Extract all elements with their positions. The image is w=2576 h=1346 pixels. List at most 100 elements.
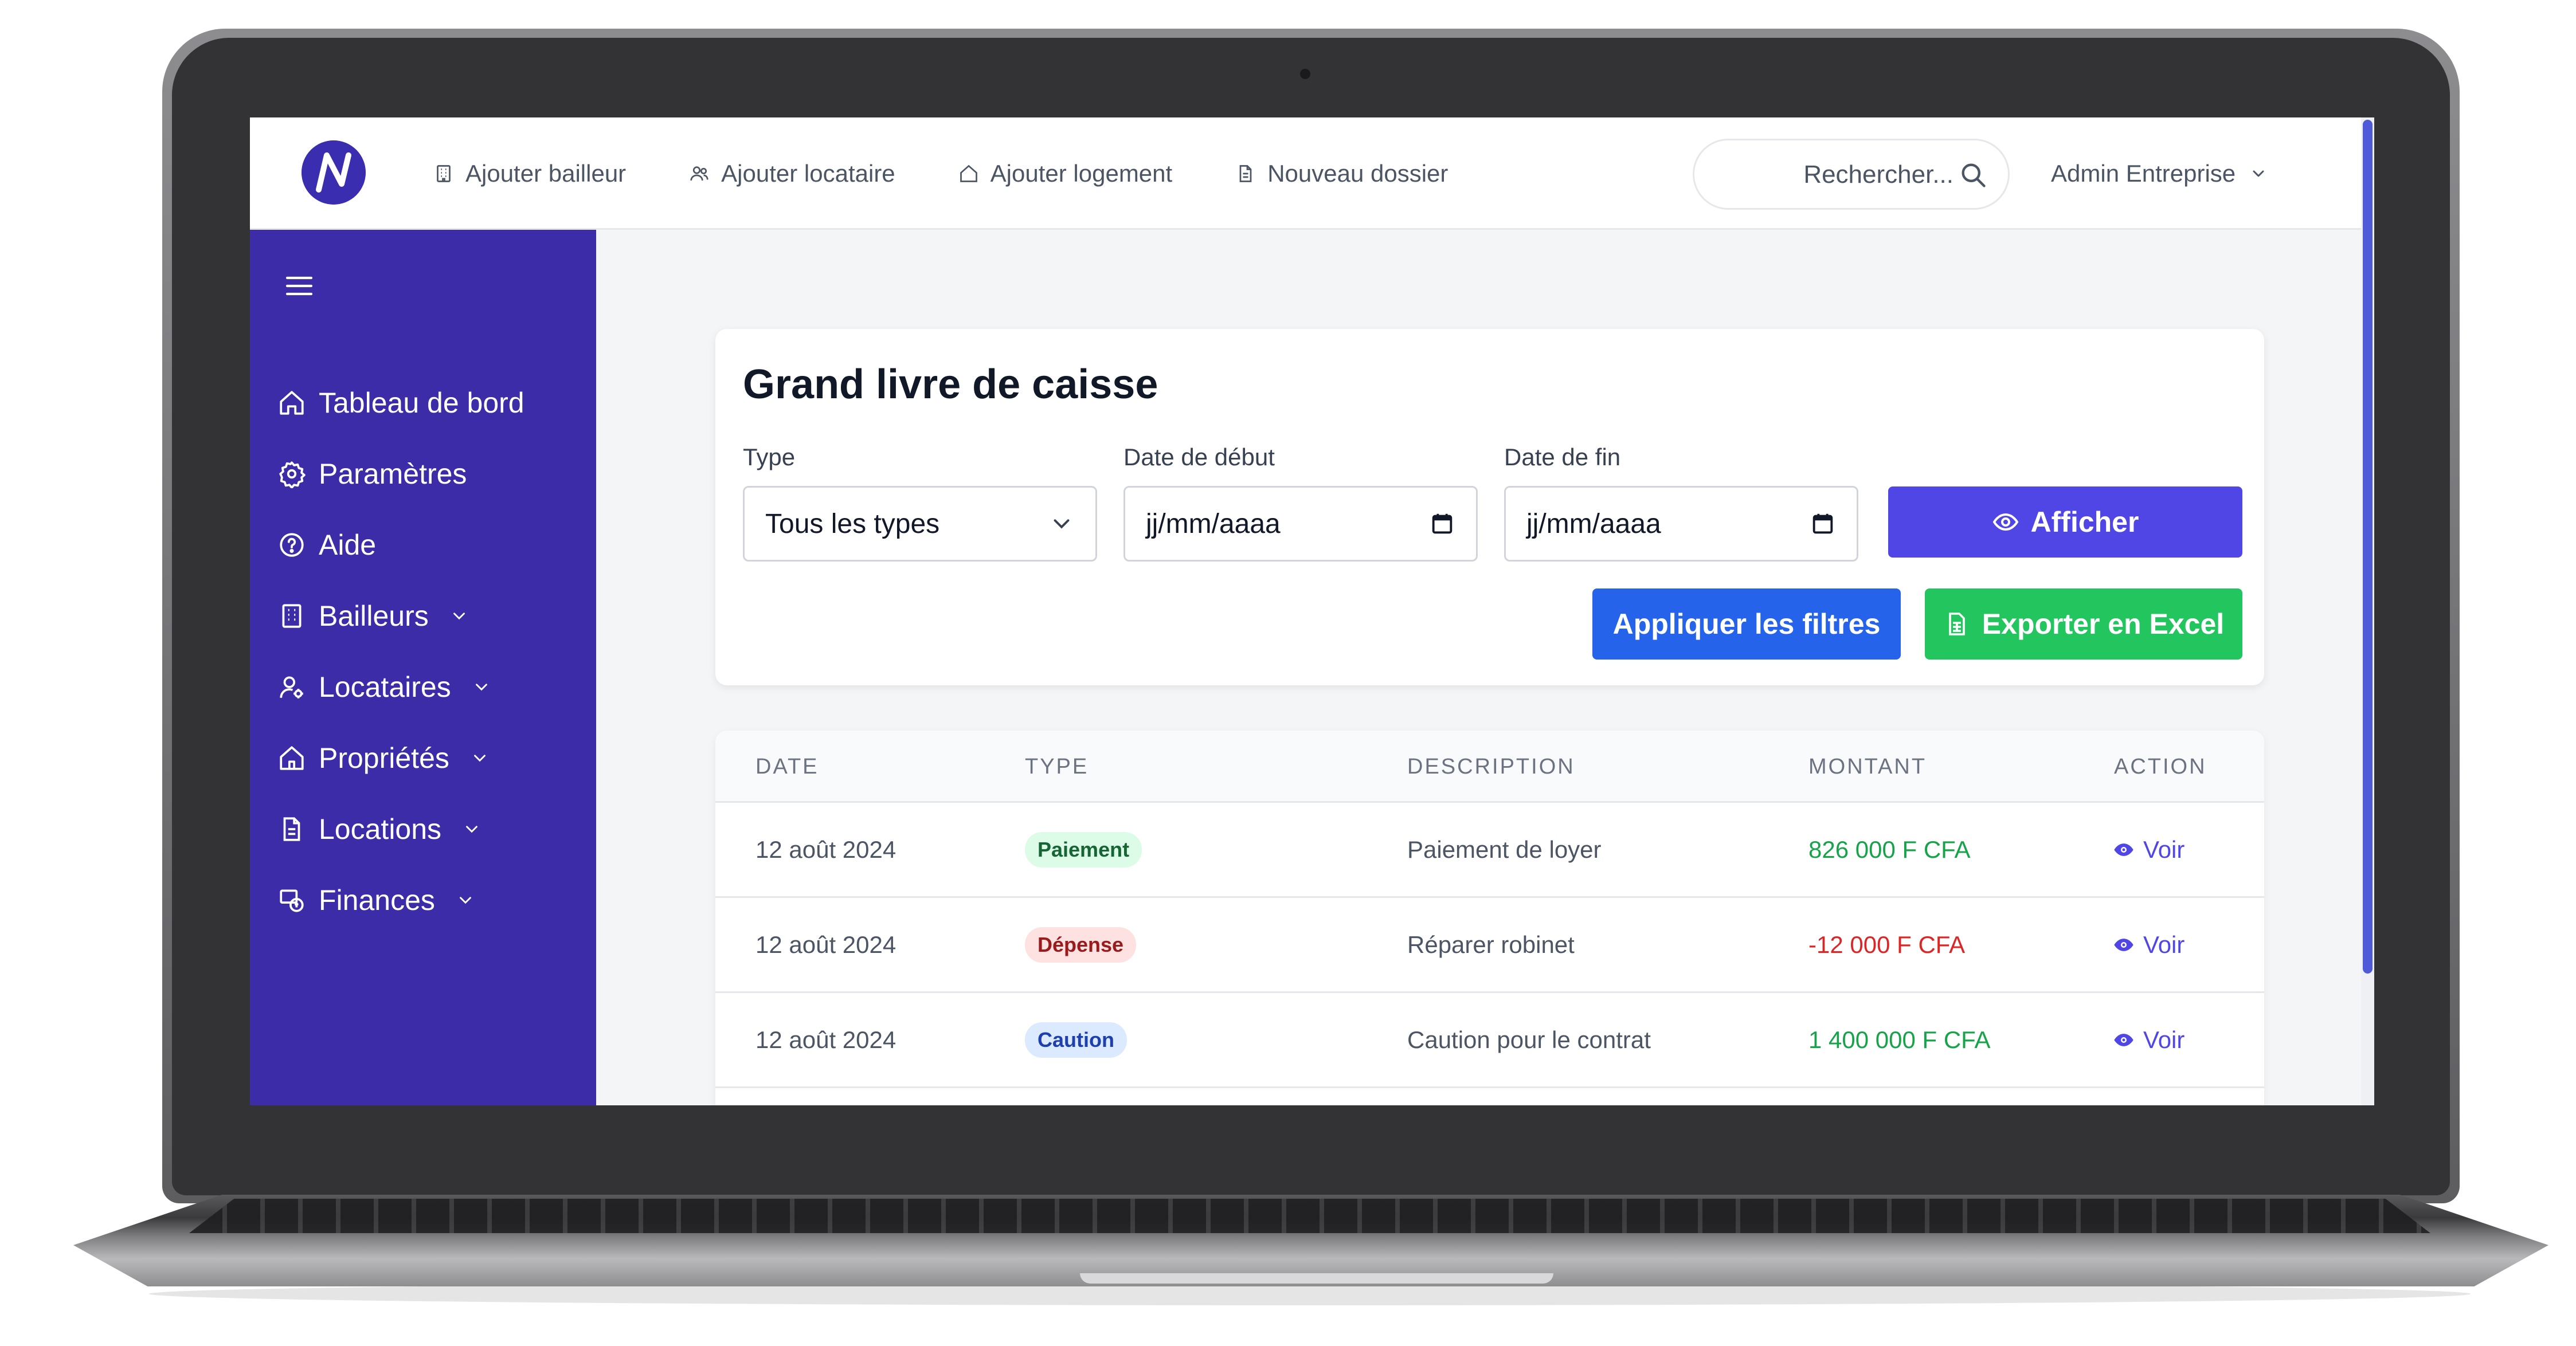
finance-icon <box>280 889 304 912</box>
sidebar-item-label: Paramètres <box>319 458 467 490</box>
cell-description: Caution pour le contrat <box>1407 1026 1651 1053</box>
nav-add-landlord[interactable]: Ajouter bailleur <box>433 160 626 187</box>
cell-description: Paiement de loyer <box>1407 835 1602 863</box>
sidebar-item-label: Tableau de bord <box>319 387 524 419</box>
nav-add-landlord-label: Ajouter bailleur <box>465 160 627 187</box>
table-row: 12 août 2024 Caution Caution pour le con… <box>715 993 2264 1088</box>
type-label: Type <box>743 444 796 470</box>
show-button[interactable]: Afficher <box>1888 486 2242 558</box>
sidebar-item-rentals[interactable]: Locations <box>277 794 524 865</box>
view-link-label: Voir <box>2143 931 2185 958</box>
cell-date: 12 août 2024 <box>755 835 896 863</box>
cell-type: Paiement <box>1025 803 1142 896</box>
chevron-down-icon <box>1054 519 1070 529</box>
sidebar-item-landlords[interactable]: Bailleurs <box>277 580 524 652</box>
nav-new-file[interactable]: Nouveau dossier <box>1235 160 1448 187</box>
search-input[interactable] <box>1712 140 1955 209</box>
nav-new-file-label: Nouveau dossier <box>1267 160 1448 187</box>
apply-filters-label: Appliquer les filtres <box>1612 608 1881 640</box>
sidebar-item-tenants[interactable]: Locataires <box>277 652 524 723</box>
page-title: Grand livre de caisse <box>743 362 1158 407</box>
chevron-down-icon <box>459 897 471 904</box>
chevron-down-icon <box>453 613 465 620</box>
start-date-input[interactable]: jj/mm/aaaa <box>1123 486 1478 562</box>
sidebar-menu: Tableau de bord Paramètres Aide Bailleur… <box>277 367 524 936</box>
cell-date: 12 août 2024 <box>755 1026 896 1053</box>
header-description: DESCRIPTION <box>1407 755 1575 779</box>
end-date-value: jj/mm/aaaa <box>1526 508 1661 539</box>
users-icon <box>690 166 708 181</box>
nav-add-housing-label: Ajouter logement <box>990 160 1173 187</box>
file-icon <box>1239 165 1252 182</box>
nav-add-tenant[interactable]: Ajouter locataire <box>689 160 895 187</box>
laptop-keyboard <box>189 1199 2430 1233</box>
user-gear-icon <box>280 676 303 698</box>
cell-type: Dépense <box>1025 898 1137 991</box>
table-header: DATE TYPE DESCRIPTION MONTANT ACTION <box>715 731 2264 803</box>
laptop-camera <box>1300 69 1310 79</box>
start-date-label: Date de début <box>1123 444 1275 470</box>
sidebar-item-dashboard[interactable]: Tableau de bord <box>277 367 524 438</box>
sidebar-item-label: Locataires <box>319 671 451 703</box>
type-select-value: Tous les types <box>765 508 940 539</box>
export-excel-label: Exporter en Excel <box>1982 608 2225 640</box>
home-icon <box>960 164 977 182</box>
type-select[interactable]: Tous les types <box>743 486 1097 562</box>
sidebar: Tableau de bord Paramètres Aide Bailleur… <box>250 230 596 1105</box>
chevron-down-icon <box>466 826 477 833</box>
brand-logo[interactable] <box>302 140 366 205</box>
header-amount: MONTANT <box>1808 755 1927 779</box>
user-menu[interactable]: Admin Entreprise <box>2051 117 2268 230</box>
sidebar-item-help[interactable]: Aide <box>277 509 524 580</box>
eye-icon <box>1992 513 2018 531</box>
apply-filters-button[interactable]: Appliquer les filtres <box>1592 588 1901 660</box>
type-badge: Caution <box>1025 1022 1127 1058</box>
cell-amount: 1 400 000 F CFA <box>1808 1026 1991 1053</box>
cell-date: 12 août 2024 <box>755 931 896 958</box>
sidebar-item-finances[interactable]: Finances <box>277 865 524 936</box>
calendar-icon[interactable] <box>1810 511 1836 537</box>
house-icon <box>280 746 304 770</box>
end-date-input[interactable]: jj/mm/aaaa <box>1504 486 1858 562</box>
start-date-value: jj/mm/aaaa <box>1146 508 1281 539</box>
nav-add-housing[interactable]: Ajouter logement <box>958 160 1173 187</box>
app-screen: Ajouter bailleur Ajouter locataire Ajout… <box>250 117 2374 1105</box>
search-box <box>1693 139 2010 210</box>
scrollbar-thumb[interactable] <box>2363 120 2373 974</box>
header-date: DATE <box>755 755 819 779</box>
cell-amount: -12 000 F CFA <box>1808 931 1966 958</box>
table-row: 12 août 2024 Dépense Réparer robinet -12… <box>715 898 2264 993</box>
main-content: Grand livre de caisse Type Tous les type… <box>596 230 2374 1105</box>
sidebar-item-label: Locations <box>319 813 442 845</box>
sidebar-item-label: Finances <box>319 884 435 916</box>
cell-action: Voir <box>2112 803 2184 896</box>
show-button-label: Afficher <box>2030 506 2139 538</box>
building-icon <box>437 165 451 182</box>
eye-icon <box>2114 1033 2133 1046</box>
cell-action: Voir <box>2112 993 2184 1086</box>
gear-icon <box>279 461 306 488</box>
hamburger-menu-icon[interactable] <box>283 270 315 302</box>
view-link[interactable]: Voir <box>2112 931 2184 959</box>
view-link-label: Voir <box>2143 835 2185 863</box>
search-icon[interactable] <box>1958 160 1988 190</box>
view-link-label: Voir <box>2143 1026 2185 1053</box>
calendar-icon[interactable] <box>1429 511 1455 537</box>
document-icon <box>283 817 300 841</box>
view-link[interactable]: Voir <box>2112 836 2184 864</box>
building-icon <box>282 604 302 628</box>
type-badge: Dépense <box>1025 927 1137 963</box>
cell-description: Réparer robinet <box>1407 931 1575 958</box>
sidebar-item-settings[interactable]: Paramètres <box>277 438 524 509</box>
top-nav: Ajouter bailleur Ajouter locataire Ajout… <box>433 117 1448 230</box>
view-link[interactable]: Voir <box>2112 1026 2184 1054</box>
header-type: TYPE <box>1025 755 1089 779</box>
chevron-down-icon <box>473 755 486 762</box>
sidebar-item-properties[interactable]: Propriétés <box>277 723 524 794</box>
export-excel-button[interactable]: Exporter en Excel <box>1925 588 2242 660</box>
logo-icon <box>302 140 366 205</box>
end-date-label: Date de fin <box>1504 444 1621 470</box>
sidebar-item-label: Propriétés <box>319 742 449 774</box>
help-icon <box>280 533 304 557</box>
user-name: Admin Entreprise <box>2051 160 2236 187</box>
